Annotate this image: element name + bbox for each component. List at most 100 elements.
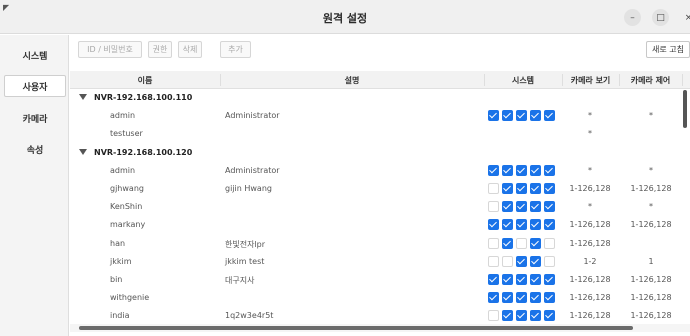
id-password-button[interactable]: ID / 비밀번호 — [78, 41, 142, 58]
user-name: markany — [110, 220, 146, 229]
system-permission-checkbox[interactable] — [502, 238, 513, 249]
table-row[interactable]: india 1q2w3e4r5t 1-126,128 1-126,128 — [70, 307, 690, 325]
system-permission-checkbox[interactable] — [502, 219, 513, 230]
system-permission-checkbox[interactable] — [530, 310, 541, 321]
table-row[interactable]: markany 1-126,128 1-126,128 — [70, 216, 690, 234]
vertical-scrollbar[interactable] — [683, 90, 687, 128]
system-permission-checkbox[interactable] — [516, 238, 527, 249]
system-permission-checkbox[interactable] — [488, 256, 499, 267]
camera-control-value: * — [649, 166, 653, 175]
system-permission-checkbox[interactable] — [530, 183, 541, 194]
system-permission-checkbox[interactable] — [502, 165, 513, 176]
system-permission-checkbox[interactable] — [516, 183, 527, 194]
system-permission-checkbox[interactable] — [544, 292, 555, 303]
close-button[interactable]: × — [680, 9, 690, 26]
camera-control-value: 1-126,128 — [630, 220, 672, 229]
system-permission-checkbox[interactable] — [488, 165, 499, 176]
system-permission-checkbox[interactable] — [488, 310, 499, 321]
system-permission-checkbox[interactable] — [530, 110, 541, 121]
sidebar-item-users[interactable]: 사용자 — [4, 75, 66, 97]
system-permission-checkbox[interactable] — [488, 274, 499, 285]
table-row[interactable]: gjhwang gijin Hwang 1-126,128 1-126,128 — [70, 180, 690, 198]
maximize-button[interactable]: □ — [652, 9, 669, 26]
table-row[interactable]: admin Administrator * * — [70, 107, 690, 125]
system-permission-checkbox[interactable] — [516, 274, 527, 285]
system-permission-checkbox[interactable] — [502, 110, 513, 121]
table-row[interactable]: admin Administrator * * — [70, 162, 690, 180]
column-header-system[interactable]: 시스템 — [484, 75, 562, 86]
table-row[interactable]: bin 대구지사 1-126,128 1-126,128 — [70, 271, 690, 289]
system-permission-checkbox[interactable] — [544, 219, 555, 230]
column-header-description[interactable]: 설명 — [220, 75, 484, 86]
camera-view-value: 1-126,128 — [569, 220, 611, 229]
add-button[interactable]: 추가 — [220, 41, 251, 58]
permission-button[interactable]: 권한 — [148, 41, 172, 58]
column-header-camera-view[interactable]: 카메라 보기 — [562, 75, 619, 86]
system-permission-checkbox[interactable] — [544, 201, 555, 212]
system-permission-checkbox[interactable] — [488, 110, 499, 121]
horizontal-scrollbar[interactable] — [79, 326, 633, 330]
table-row[interactable]: jkkim jkkim test 1-2 1 — [70, 253, 690, 271]
user-name: bin — [110, 275, 123, 284]
system-permission-checkbox[interactable] — [502, 183, 513, 194]
system-permission-checkbox[interactable] — [530, 219, 541, 230]
sidebar-item-system[interactable]: 시스템 — [4, 44, 66, 66]
expand-triangle-icon[interactable] — [79, 94, 87, 100]
device-group-row[interactable]: NVR-192.168.100.110 — [70, 89, 690, 107]
user-name: admin — [110, 111, 136, 120]
system-permission-checkbox[interactable] — [530, 201, 541, 212]
camera-control-value: 1-126,128 — [630, 311, 672, 320]
system-permission-checkbox[interactable] — [502, 256, 513, 267]
minimize-button[interactable]: – — [624, 9, 641, 26]
column-header-name[interactable]: 이름 — [70, 75, 220, 86]
device-group-name: NVR-192.168.100.110 — [94, 93, 193, 102]
system-permission-checkbox[interactable] — [544, 238, 555, 249]
system-permission-checkbox[interactable] — [530, 256, 541, 267]
camera-view-value: 1-126,128 — [569, 184, 611, 193]
delete-button[interactable]: 삭제 — [178, 41, 202, 58]
system-permission-checkbox[interactable] — [488, 238, 499, 249]
system-permission-checkbox[interactable] — [516, 110, 527, 121]
user-name: india — [110, 311, 130, 320]
device-group-row[interactable]: NVR-192.168.100.120 — [70, 144, 690, 162]
camera-control-value: * — [649, 111, 653, 120]
expand-triangle-icon[interactable] — [79, 149, 87, 155]
table-row[interactable]: testuser * — [70, 125, 690, 143]
user-name: KenShin — [110, 202, 143, 211]
system-permission-checkbox[interactable] — [516, 310, 527, 321]
system-permission-checkbox[interactable] — [502, 274, 513, 285]
system-permission-checkbox[interactable] — [530, 292, 541, 303]
system-permission-checkbox[interactable] — [488, 219, 499, 230]
system-permission-checkbox[interactable] — [502, 292, 513, 303]
system-permission-checkbox[interactable] — [544, 183, 555, 194]
system-permission-checkbox[interactable] — [516, 201, 527, 212]
table-row[interactable]: withgenie 1-126,128 1-126,128 — [70, 289, 690, 307]
system-permission-checkbox[interactable] — [544, 110, 555, 121]
system-permission-checkbox[interactable] — [516, 292, 527, 303]
refresh-button[interactable]: 새로 고침 — [646, 41, 690, 58]
user-description: jkkim test — [225, 257, 265, 266]
device-group-name: NVR-192.168.100.120 — [94, 148, 193, 157]
system-permission-checkbox[interactable] — [544, 310, 555, 321]
system-permission-checkbox[interactable] — [488, 201, 499, 212]
system-permission-checkbox[interactable] — [530, 165, 541, 176]
system-permission-checkbox[interactable] — [502, 310, 513, 321]
sidebar-item-camera[interactable]: 카메라 — [4, 107, 66, 129]
camera-control-value: 1 — [648, 257, 654, 266]
system-permission-checkbox[interactable] — [530, 274, 541, 285]
system-permission-checkbox[interactable] — [488, 292, 499, 303]
table-row[interactable]: han 한빛전자lpr 1-126,128 — [70, 235, 690, 253]
system-permission-checkbox[interactable] — [544, 274, 555, 285]
system-permission-checkbox[interactable] — [544, 256, 555, 267]
system-permission-checkbox[interactable] — [502, 201, 513, 212]
system-permission-checkbox[interactable] — [488, 183, 499, 194]
system-permission-checkbox[interactable] — [516, 256, 527, 267]
user-name: withgenie — [110, 293, 150, 302]
system-permission-checkbox[interactable] — [544, 165, 555, 176]
column-header-camera-control[interactable]: 카메라 제어 — [619, 75, 682, 86]
table-row[interactable]: KenShin * * — [70, 198, 690, 216]
system-permission-checkbox[interactable] — [516, 165, 527, 176]
sidebar-item-properties[interactable]: 속성 — [4, 138, 66, 160]
system-permission-checkbox[interactable] — [516, 219, 527, 230]
system-permission-checkbox[interactable] — [530, 238, 541, 249]
